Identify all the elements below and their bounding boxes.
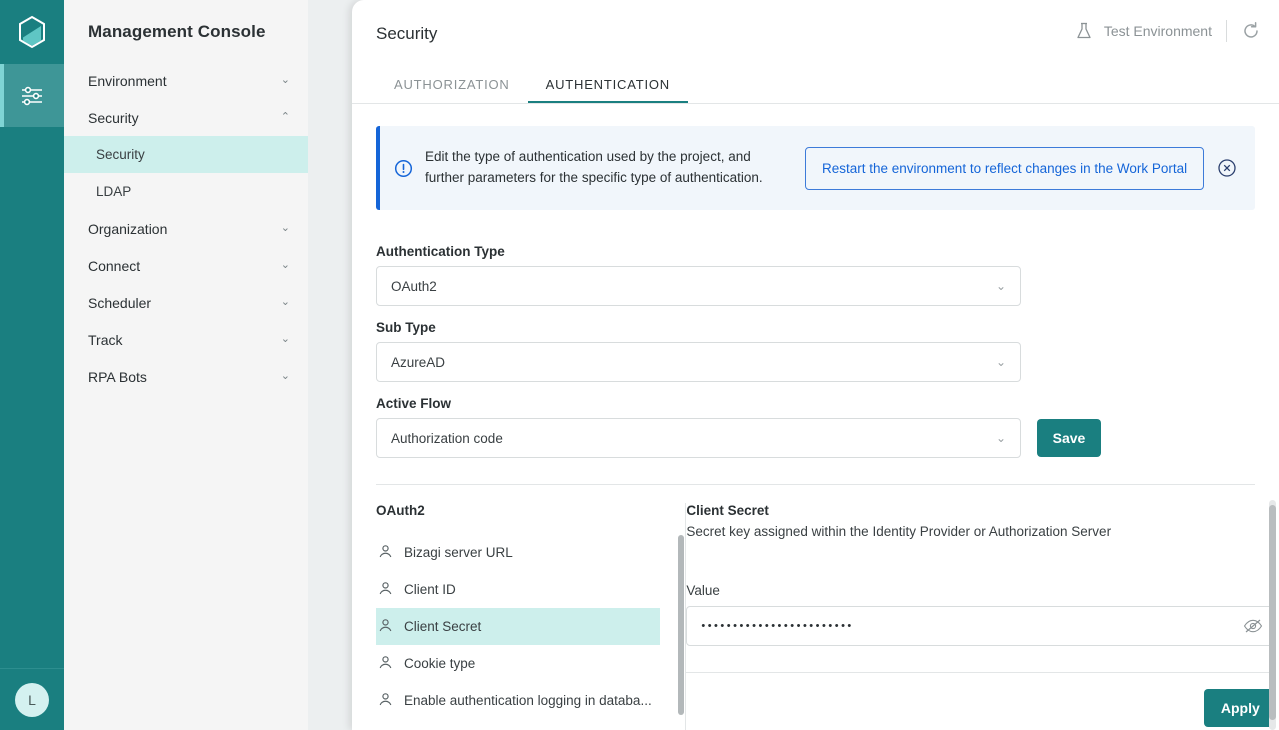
sub-type-label: Sub Type <box>376 320 436 335</box>
authentication-type-label: Authentication Type <box>376 244 505 259</box>
parameters-section: OAuth2 Bizagi server URL Client ID Clien… <box>352 485 1279 730</box>
sidebar-item-scheduler[interactable]: Scheduler ⌄ <box>64 284 308 321</box>
user-icon <box>378 692 393 710</box>
tab-authorization[interactable]: AUTHORIZATION <box>376 77 528 103</box>
sidebar-item-label: RPA Bots <box>88 368 147 385</box>
sidebar-item-rpa-bots[interactable]: RPA Bots ⌄ <box>64 358 308 395</box>
value-masked-text: •••••••••••••••••••••••• <box>701 620 854 632</box>
user-avatar-button[interactable]: L <box>0 668 64 730</box>
sidebar-item-label: Connect <box>88 257 141 274</box>
sidebar-item-connect[interactable]: Connect ⌄ <box>64 247 308 284</box>
chevron-down-icon: ⌄ <box>995 279 1006 293</box>
app-logo[interactable] <box>0 0 64 64</box>
sidebar-item-label: Organization <box>88 220 168 237</box>
chevron-down-icon: ⌄ <box>995 355 1006 369</box>
restart-environment-button[interactable]: Restart the environment to reflect chang… <box>805 146 1205 190</box>
console-title: Management Console <box>88 22 266 41</box>
parameters-list: Bizagi server URL Client ID Client Secre… <box>376 534 661 719</box>
page-scrollbar-thumb[interactable] <box>1269 505 1276 720</box>
sidebar-item-label: Security <box>88 109 139 126</box>
sidebar-item-label: Track <box>88 331 123 348</box>
list-item[interactable]: Client ID <box>376 571 660 608</box>
apply-button[interactable]: Apply <box>1204 689 1277 727</box>
page-title: Security <box>376 24 438 43</box>
save-button[interactable]: Save <box>1037 419 1101 457</box>
authentication-type-select[interactable]: OAuth2 ⌄ <box>376 266 1021 306</box>
rail-item-settings[interactable] <box>0 64 64 127</box>
list-item[interactable]: Enable authentication logging in databa.… <box>376 682 660 719</box>
avatar: L <box>15 682 49 717</box>
list-item[interactable]: Cookie type <box>376 645 660 682</box>
close-circle-icon[interactable] <box>1217 158 1245 178</box>
list-item-label: Client Secret <box>404 619 482 634</box>
sub-type-value: AzureAD <box>391 354 446 370</box>
sidebar-subitem-security[interactable]: Security <box>64 136 308 173</box>
icon-rail: L <box>0 0 64 730</box>
list-item[interactable]: Bizagi server URL <box>376 534 660 571</box>
sidebar-subitem-label: LDAP <box>96 184 132 199</box>
value-input[interactable]: •••••••••••••••••••••••• <box>686 606 1277 646</box>
sidebar-item-security[interactable]: Security ⌃ <box>64 99 308 136</box>
active-flow-label: Active Flow <box>376 396 452 411</box>
parameters-section-title: OAuth2 <box>376 503 425 518</box>
chevron-down-icon: ⌄ <box>280 259 290 271</box>
refresh-icon[interactable] <box>1241 21 1261 41</box>
sidebar-subitem-ldap[interactable]: LDAP <box>64 173 308 210</box>
flask-icon <box>1074 21 1094 41</box>
detail-description: Secret key assigned within the Identity … <box>686 524 1112 539</box>
sidebar-nav: Management Console Environment ⌄ Securit… <box>64 0 308 730</box>
list-item-label: Bizagi server URL <box>404 545 513 560</box>
sidebar-item-label: Environment <box>88 72 167 89</box>
hexagon-logo-icon <box>19 15 45 49</box>
sliders-settings-icon <box>22 86 42 105</box>
chevron-down-icon: ⌄ <box>280 296 290 308</box>
sidebar-subitem-label: Security <box>96 147 145 162</box>
active-flow-row: Authorization code ⌄ Save <box>376 418 1255 458</box>
user-icon <box>378 655 393 673</box>
detail-actions: Apply <box>686 689 1277 727</box>
sidebar-item-environment[interactable]: Environment ⌄ <box>64 62 308 99</box>
sidebar-item-organization[interactable]: Organization ⌄ <box>64 210 308 247</box>
detail-divider <box>686 672 1277 673</box>
chevron-down-icon: ⌄ <box>280 74 290 86</box>
auth-settings-form: Authentication Type OAuth2 ⌄ Sub Type Az… <box>352 210 1279 458</box>
chevron-down-icon: ⌄ <box>280 222 290 234</box>
user-icon <box>378 618 393 636</box>
list-item[interactable]: Client Secret <box>376 608 661 645</box>
tab-authentication[interactable]: AUTHENTICATION <box>527 77 688 103</box>
user-icon <box>378 544 393 562</box>
eye-off-icon[interactable] <box>1243 618 1263 634</box>
tab-bar: AUTHORIZATION AUTHENTICATION <box>352 62 1279 104</box>
user-icon <box>378 581 393 599</box>
value-label: Value <box>686 583 720 598</box>
sidebar-item-track[interactable]: Track ⌄ <box>64 321 308 358</box>
list-item-label: Enable authentication logging in databa.… <box>404 693 652 708</box>
info-banner: Edit the type of authentication used by … <box>376 126 1255 210</box>
chevron-down-icon: ⌄ <box>280 333 290 345</box>
content-card: Security Test Environment AUTHORIZATION … <box>352 0 1279 730</box>
parameter-detail-column: Client Secret Secret key assigned within… <box>660 485 1279 727</box>
active-flow-value: Authorization code <box>391 430 503 446</box>
parameters-list-column: OAuth2 Bizagi server URL Client ID Clien… <box>376 485 686 730</box>
environment-label: Test Environment <box>1103 23 1212 39</box>
list-item-label: Client ID <box>404 582 456 597</box>
detail-title: Client Secret <box>686 503 769 518</box>
chevron-down-icon: ⌄ <box>995 431 1006 445</box>
banner-message: Edit the type of authentication used by … <box>425 149 763 185</box>
authentication-type-value: OAuth2 <box>391 278 437 294</box>
info-circle-icon <box>394 159 413 178</box>
sidebar-item-label: Scheduler <box>88 294 152 311</box>
list-item-label: Cookie type <box>404 656 476 671</box>
environment-indicator: Test Environment <box>1074 20 1261 42</box>
sub-type-select[interactable]: AzureAD ⌄ <box>376 342 1021 382</box>
chevron-down-icon: ⌄ <box>280 370 290 382</box>
content-header: Security Test Environment <box>352 0 1279 62</box>
app-window: L Management Console Environment ⌄ Secur… <box>0 0 1279 730</box>
active-flow-select[interactable]: Authorization code ⌄ <box>376 418 1021 458</box>
divider <box>1226 20 1227 42</box>
chevron-up-icon: ⌃ <box>280 111 290 123</box>
main-area: Security Test Environment AUTHORIZATION … <box>308 0 1279 730</box>
